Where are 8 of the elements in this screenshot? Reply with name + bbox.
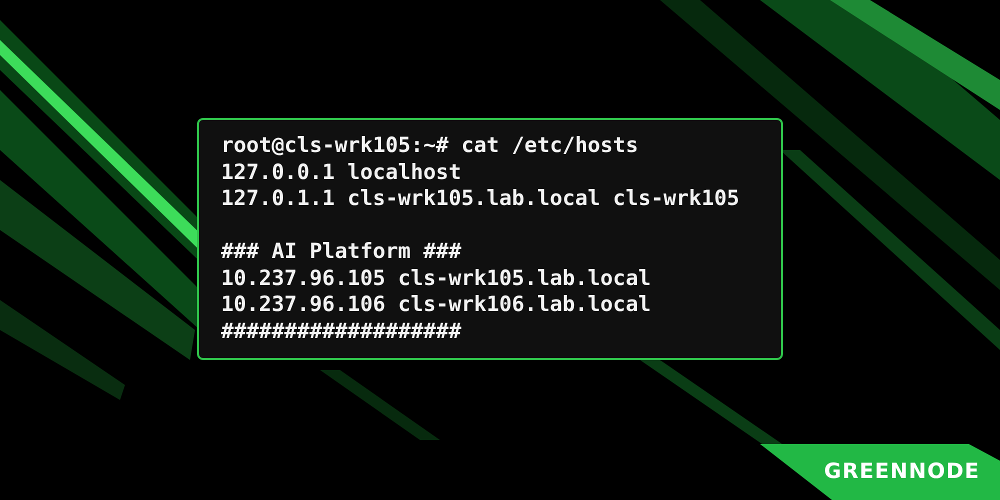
output-line: 10.237.96.105 cls-wrk105.lab.local bbox=[221, 264, 651, 291]
output-line: 10.237.96.106 cls-wrk106.lab.local bbox=[221, 291, 651, 318]
output-line: 127.0.0.1 localhost bbox=[221, 158, 462, 185]
brand-name: GREENNODE bbox=[824, 458, 980, 484]
command-line: root@cls-wrk105:~# cat /etc/hosts bbox=[221, 132, 638, 158]
output-line: ### AI Platform ### bbox=[221, 238, 462, 264]
output-line: ################### bbox=[221, 318, 462, 344]
output-line: 127.0.1.1 cls-wrk105.lab.local cls-wrk105 bbox=[221, 185, 740, 212]
